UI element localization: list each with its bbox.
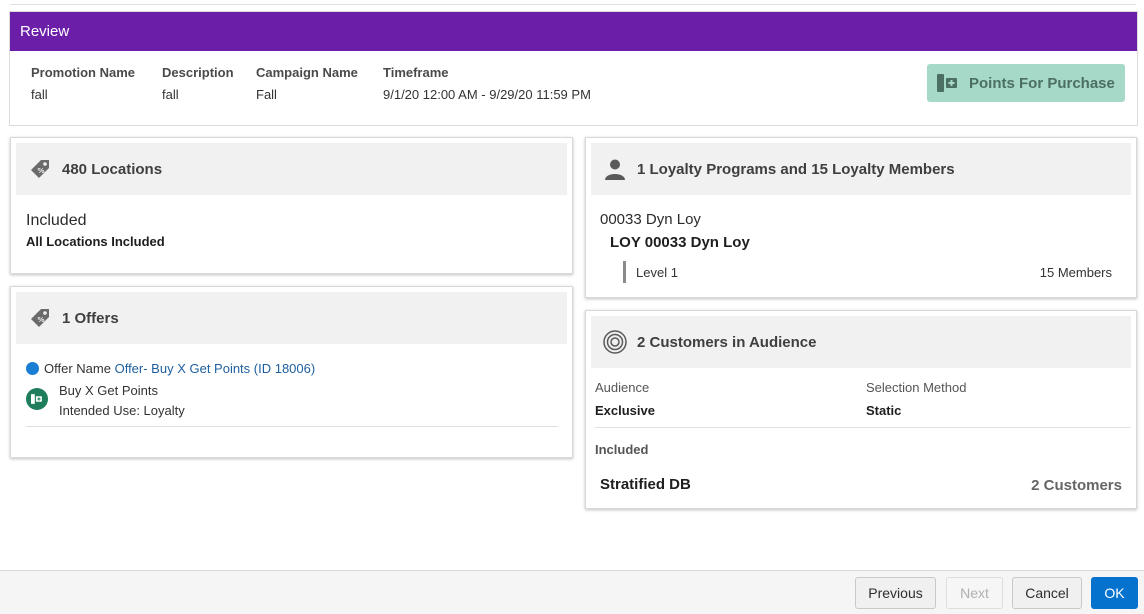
selection-method-label: Selection Method [866, 380, 967, 395]
locations-title: 480 Locations [62, 160, 163, 178]
level-indicator [623, 261, 626, 283]
offer-divider [26, 426, 558, 427]
timeframe-field: Timeframe 9/1/20 12:00 AM - 9/29/20 11:5… [383, 65, 591, 102]
audience-value: Exclusive [595, 403, 655, 418]
loyalty-title: 1 Loyalty Programs and 15 Loyalty Member… [637, 160, 955, 178]
offers-header: % 1 Offers [16, 292, 567, 344]
promotion-name-label: Promotion Name [31, 65, 136, 80]
audience-card: 2 Customers in Audience Audience Exclusi… [585, 310, 1137, 509]
offer-type-text: Buy X Get Points [59, 383, 158, 398]
top-divider [10, 4, 1136, 5]
offer-type-icon [937, 74, 959, 92]
timeframe-value: 9/1/20 12:00 AM - 9/29/20 11:59 PM [383, 87, 591, 102]
audience-label: Audience [595, 380, 650, 395]
promotion-name-field: Promotion Name fall [31, 65, 135, 102]
offer-name-link[interactable]: Offer- Buy X Get Points (ID 18006) [115, 361, 316, 376]
review-panel: Review Promotion Name fall Description f… [9, 11, 1138, 126]
next-button[interactable]: Next [946, 577, 1003, 609]
campaign-name-label: Campaign Name [256, 65, 358, 80]
description-field: Description fall [162, 65, 234, 102]
campaign-name-field: Campaign Name Fall [256, 65, 358, 102]
included-label: Included [595, 442, 649, 457]
price-tag-icon: % [28, 157, 52, 181]
locations-status: Included [26, 212, 87, 229]
offers-card: % 1 Offers Offer Name Offer- Buy X Get P… [10, 286, 573, 458]
offer-intended-use: Intended Use: Loyalty [59, 403, 185, 418]
price-tag-icon: % [28, 306, 52, 330]
promotion-name-value: fall [31, 87, 48, 102]
loyalty-program-id: 00033 Dyn Loy [600, 211, 701, 228]
loyalty-card: 1 Loyalty Programs and 15 Loyalty Member… [585, 137, 1137, 298]
offers-title: 1 Offers [62, 309, 119, 327]
loyalty-level: Level 1 [636, 265, 678, 280]
offer-type-icon [26, 388, 48, 410]
segment-count: 2 Customers [1031, 477, 1122, 494]
points-for-purchase-button[interactable]: Points For Purchase [927, 64, 1125, 102]
ok-button[interactable]: OK [1091, 577, 1138, 609]
audience-header: 2 Customers in Audience [591, 316, 1131, 368]
selection-method-value: Static [866, 403, 902, 418]
timeframe-label: Timeframe [383, 65, 449, 80]
dialog-footer: Previous Next Cancel OK [0, 570, 1144, 614]
description-label: Description [162, 65, 234, 80]
svg-text:%: % [38, 316, 45, 324]
segment-name: Stratified DB [600, 476, 691, 493]
loyalty-program-name: LOY 00033 Dyn Loy [610, 234, 750, 251]
previous-button[interactable]: Previous [855, 577, 936, 609]
offer-status-dot [26, 362, 39, 375]
locations-card: % 480 Locations Included All Locations I… [10, 137, 573, 274]
cancel-button[interactable]: Cancel [1012, 577, 1082, 609]
target-icon [603, 330, 627, 354]
locations-detail: All Locations Included [26, 234, 165, 249]
points-for-purchase-label: Points For Purchase [969, 74, 1115, 92]
locations-header: % 480 Locations [16, 143, 567, 195]
audience-divider [595, 427, 1131, 428]
offer-name-label: Offer Name [44, 361, 111, 376]
person-icon [603, 157, 627, 181]
campaign-name-value: Fall [256, 87, 277, 102]
loyalty-header: 1 Loyalty Programs and 15 Loyalty Member… [591, 143, 1131, 195]
review-header: Review [10, 12, 1137, 51]
svg-text:%: % [38, 167, 45, 175]
offer-name-row: Offer Name Offer- Buy X Get Points (ID 1… [44, 361, 315, 376]
loyalty-members-count: 15 Members [1039, 265, 1112, 280]
audience-title: 2 Customers in Audience [637, 333, 817, 351]
description-value: fall [162, 87, 179, 102]
